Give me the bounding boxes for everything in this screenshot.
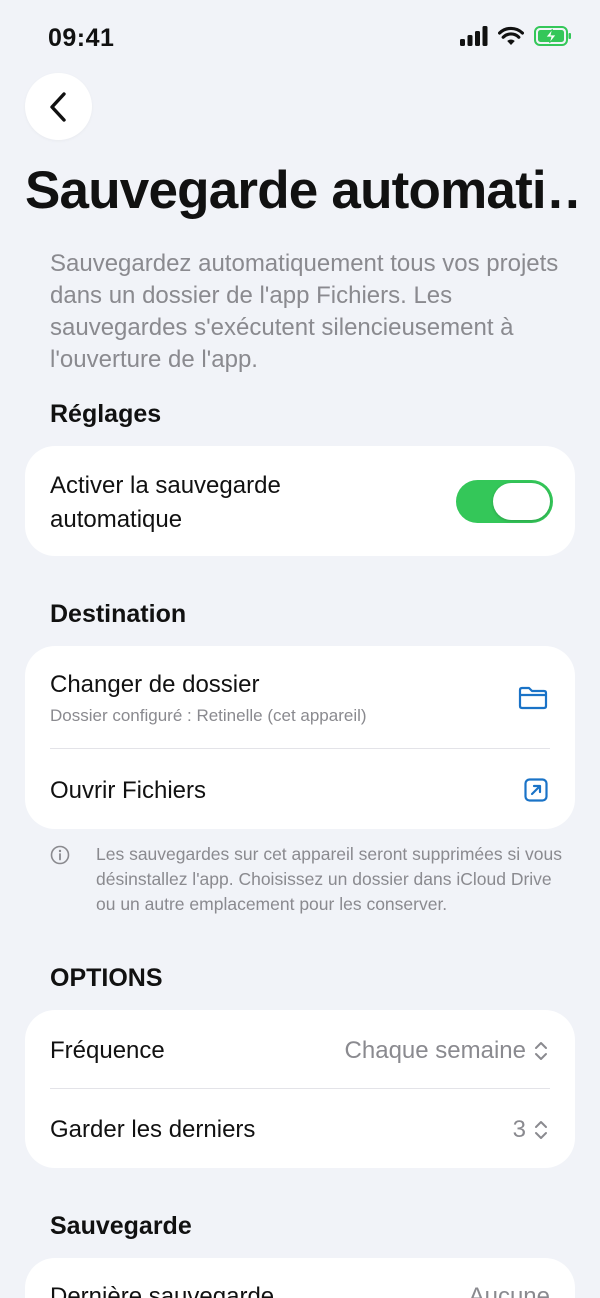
keep-last-label: Garder les derniers [50, 1116, 256, 1143]
open-external-icon[interactable] [524, 778, 548, 802]
keep-last-picker[interactable]: 3 [513, 1116, 548, 1144]
frequency-label: Fréquence [50, 1037, 165, 1064]
frequency-picker[interactable]: Chaque semaine [345, 1037, 548, 1065]
section-header-options: OPTIONS [50, 964, 163, 992]
status-icons [460, 26, 572, 46]
frequency-row[interactable]: Fréquence Chaque semaine [25, 1010, 575, 1088]
back-button[interactable] [25, 73, 92, 140]
cellular-signal-icon [460, 26, 488, 46]
settings-card: Activer la sauvegarde automatique [25, 446, 575, 556]
chevron-up-down-icon [535, 1121, 547, 1139]
backup-card: Dernière sauvegarde Aucune [25, 1258, 575, 1298]
page-title: Sauvegarde automati… [25, 161, 585, 220]
last-backup-value: Aucune [468, 1283, 550, 1298]
configured-folder-text: Dossier configuré : Retinelle (cet appar… [50, 706, 367, 725]
change-folder-row[interactable]: Changer de dossier Dossier configuré : R… [25, 646, 575, 748]
battery-charging-icon [534, 26, 571, 46]
auto-backup-label-line2: automatique [50, 506, 183, 533]
open-files-label: Ouvrir Fichiers [50, 777, 207, 804]
folder-icon[interactable] [518, 686, 548, 710]
chevron-left-icon [49, 91, 66, 122]
page-description: Sauvegardez automatiquement tous vos pro… [50, 250, 559, 373]
wifi-icon [498, 26, 524, 45]
keep-last-row[interactable]: Garder les derniers 3 [25, 1089, 575, 1168]
status-bar: 09:41 [0, 0, 600, 76]
section-header-settings: Réglages [50, 400, 162, 428]
options-card: Fréquence Chaque semaine Garder les dern… [25, 1010, 575, 1168]
open-files-row[interactable]: Ouvrir Fichiers [25, 749, 575, 829]
info-icon [50, 845, 70, 865]
change-folder-label: Changer de dossier [50, 671, 260, 698]
last-backup-label: Dernière sauvegarde [50, 1283, 275, 1298]
keep-last-value: 3 [512, 1116, 526, 1143]
section-header-destination: Destination [50, 600, 187, 628]
chevron-up-down-icon [535, 1042, 547, 1060]
frequency-value: Chaque semaine [344, 1037, 526, 1064]
auto-backup-toggle[interactable] [456, 480, 553, 523]
section-header-backup: Sauvegarde [50, 1212, 192, 1240]
auto-backup-label: Activer la sauvegarde automatique [50, 469, 281, 537]
status-time: 09:41 [48, 24, 115, 52]
toggle-knob [493, 483, 550, 520]
destination-card: Changer de dossier Dossier configuré : R… [25, 646, 575, 829]
storage-note: Les sauvegardes sur cet appareil seront … [96, 844, 562, 914]
auto-backup-label-line1: Activer la sauvegarde [50, 472, 281, 499]
